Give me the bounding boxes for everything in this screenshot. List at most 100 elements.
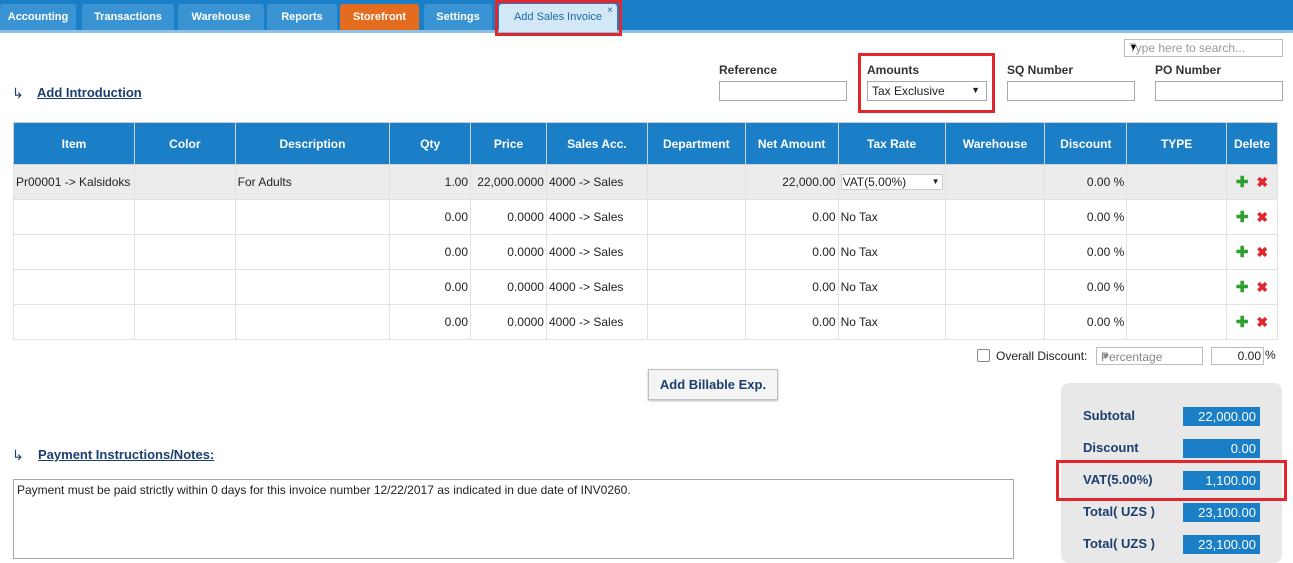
warehouse-cell[interactable]	[944, 304, 1046, 340]
item-cell[interactable]: Pr00001 -> Kalsidoks	[13, 164, 135, 200]
payment-notes-textarea[interactable]: Payment must be paid strictly within 0 d…	[13, 479, 1014, 559]
department-cell[interactable]	[646, 304, 746, 340]
add-row-icon[interactable]: ✚	[1236, 244, 1249, 261]
item-cell[interactable]	[13, 269, 135, 305]
discount-cell[interactable]: 0.00 %	[1044, 234, 1128, 270]
department-cell[interactable]	[646, 234, 746, 270]
highlight-tab	[495, 0, 622, 36]
qty-cell[interactable]: 0.00	[389, 269, 472, 305]
row-actions: ✚ ✖	[1225, 199, 1279, 235]
item-cell[interactable]	[13, 234, 135, 270]
color-cell[interactable]	[133, 164, 236, 200]
add-billable-exp-button[interactable]: Add Billable Exp.	[648, 369, 778, 400]
discount-cell[interactable]: 0.00 %	[1044, 199, 1128, 235]
description-cell[interactable]	[234, 199, 391, 235]
add-row-icon[interactable]: ✚	[1236, 279, 1249, 296]
description-cell[interactable]	[234, 269, 391, 305]
color-cell[interactable]	[133, 199, 236, 235]
overall-discount-input[interactable]: 0.00	[1211, 347, 1264, 365]
type-cell[interactable]	[1126, 269, 1227, 305]
chevron-down-icon: ▼	[1101, 351, 1110, 361]
color-cell[interactable]	[133, 269, 236, 305]
tab-accounting[interactable]: Accounting	[0, 4, 76, 30]
item-cell[interactable]	[13, 304, 135, 340]
tab-bar-underline	[0, 30, 1293, 33]
discount-cell[interactable]: 0.00 %	[1044, 164, 1128, 200]
item-cell[interactable]	[13, 199, 135, 235]
overall-discount-checkbox[interactable]	[977, 349, 990, 362]
discount-type-select[interactable]: Percentage ▼	[1096, 347, 1203, 365]
price-cell[interactable]: 0.0000	[470, 304, 547, 340]
table-row: Pr00001 -> Kalsidoks For Adults 1.00 22,…	[13, 164, 1279, 200]
search-select[interactable]: Type here to search... ▼	[1124, 39, 1283, 57]
delete-row-icon[interactable]: ✖	[1256, 209, 1268, 225]
type-cell[interactable]	[1126, 304, 1227, 340]
price-cell[interactable]: 0.0000	[470, 199, 547, 235]
net-amount-cell: 0.00	[744, 199, 839, 235]
col-department: Department	[646, 122, 746, 165]
table-header-row: Item Color Description Qty Price Sales A…	[13, 122, 1279, 165]
color-cell[interactable]	[133, 234, 236, 270]
net-amount-cell: 0.00	[744, 234, 839, 270]
col-item: Item	[13, 122, 135, 165]
qty-cell[interactable]: 0.00	[389, 199, 472, 235]
sales-acc-cell[interactable]: 4000 -> Sales	[545, 234, 648, 270]
department-cell[interactable]	[646, 164, 746, 200]
tab-reports[interactable]: Reports	[267, 4, 337, 30]
qty-cell[interactable]: 0.00	[389, 234, 472, 270]
po-number-input[interactable]	[1155, 81, 1283, 101]
warehouse-cell[interactable]	[944, 269, 1046, 305]
delete-row-icon[interactable]: ✖	[1256, 279, 1268, 295]
description-cell[interactable]	[234, 234, 391, 270]
tax-rate-select[interactable]: VAT(5.00%) ▼	[840, 174, 943, 190]
sales-acc-cell[interactable]: 4000 -> Sales	[545, 164, 648, 200]
add-row-icon[interactable]: ✚	[1236, 209, 1249, 226]
sq-number-label: SQ Number	[1007, 63, 1074, 77]
tax-rate-cell[interactable]: No Tax	[837, 199, 946, 235]
type-cell[interactable]	[1126, 199, 1227, 235]
color-cell[interactable]	[133, 304, 236, 340]
payment-instructions-link[interactable]: Payment Instructions/Notes:	[38, 447, 214, 462]
tax-rate-cell[interactable]: VAT(5.00%) ▼	[837, 164, 946, 200]
price-cell[interactable]: 22,000.0000	[470, 164, 547, 200]
delete-row-icon[interactable]: ✖	[1256, 314, 1268, 330]
invoice-items-table: Item Color Description Qty Price Sales A…	[13, 122, 1279, 340]
tab-warehouse[interactable]: Warehouse	[178, 4, 264, 30]
total-label: Total( UZS )	[1083, 504, 1155, 519]
tax-rate-cell[interactable]: No Tax	[837, 269, 946, 305]
add-row-icon[interactable]: ✚	[1236, 174, 1249, 191]
price-cell[interactable]: 0.0000	[470, 269, 547, 305]
qty-cell[interactable]: 1.00	[389, 164, 472, 200]
tab-transactions[interactable]: Transactions	[82, 4, 174, 30]
tax-rate-cell[interactable]: No Tax	[837, 304, 946, 340]
chevron-down-icon: ▼	[931, 177, 940, 186]
reference-input[interactable]	[719, 81, 847, 101]
warehouse-cell[interactable]	[944, 234, 1046, 270]
qty-cell[interactable]: 0.00	[389, 304, 472, 340]
col-delete: Delete	[1225, 122, 1279, 165]
discount-cell[interactable]: 0.00 %	[1044, 304, 1128, 340]
col-warehouse: Warehouse	[944, 122, 1046, 165]
add-introduction-link[interactable]: Add Introduction	[37, 85, 142, 100]
description-cell[interactable]	[234, 304, 391, 340]
sq-number-input[interactable]	[1007, 81, 1135, 101]
warehouse-cell[interactable]	[944, 164, 1046, 200]
description-cell[interactable]: For Adults	[234, 164, 391, 200]
sales-acc-cell[interactable]: 4000 -> Sales	[545, 269, 648, 305]
add-row-icon[interactable]: ✚	[1236, 314, 1249, 331]
tab-settings[interactable]: Settings	[424, 4, 492, 30]
warehouse-cell[interactable]	[944, 199, 1046, 235]
tax-rate-cell[interactable]: No Tax	[837, 234, 946, 270]
col-price: Price	[470, 122, 547, 165]
department-cell[interactable]	[646, 269, 746, 305]
department-cell[interactable]	[646, 199, 746, 235]
sales-acc-cell[interactable]: 4000 -> Sales	[545, 304, 648, 340]
delete-row-icon[interactable]: ✖	[1256, 244, 1268, 260]
tab-storefront[interactable]: Storefront	[340, 4, 419, 30]
discount-cell[interactable]: 0.00 %	[1044, 269, 1128, 305]
delete-row-icon[interactable]: ✖	[1256, 174, 1268, 190]
price-cell[interactable]: 0.0000	[470, 234, 547, 270]
type-cell[interactable]	[1126, 164, 1227, 200]
sales-acc-cell[interactable]: 4000 -> Sales	[545, 199, 648, 235]
type-cell[interactable]	[1126, 234, 1227, 270]
